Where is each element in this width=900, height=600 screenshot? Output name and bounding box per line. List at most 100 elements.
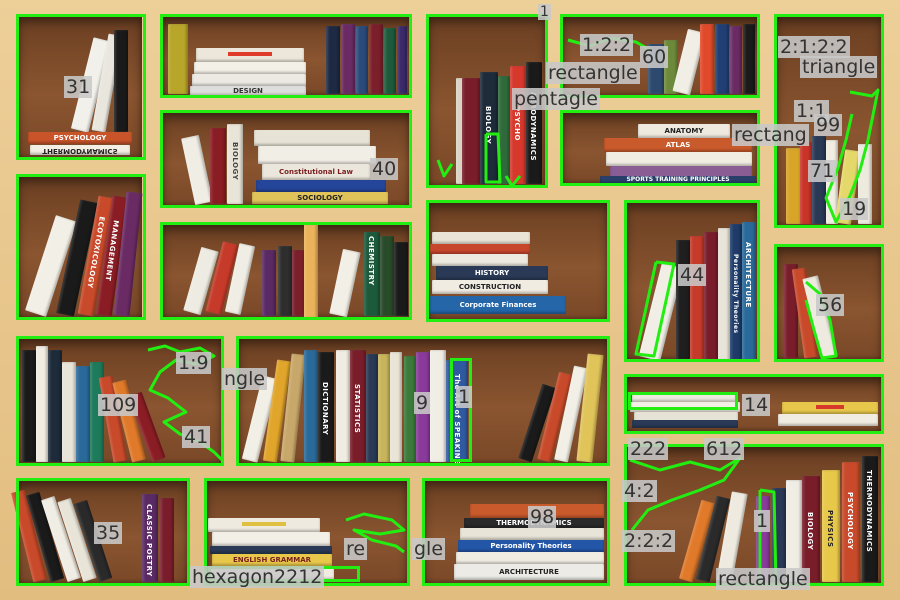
book-title: SPORTS TRAINING PRINCIPLES: [626, 176, 730, 183]
book: [114, 30, 128, 132]
book: [212, 532, 330, 546]
book: [416, 352, 430, 462]
book-title: BIOLOGY: [484, 106, 492, 145]
book-title: ENGLISH GRAMMAR: [232, 556, 312, 564]
book: THERMODYNAMICS: [862, 456, 878, 582]
book: CONSTRUCTION: [432, 280, 548, 294]
book: [498, 76, 510, 184]
book: [704, 232, 718, 360]
book: ENGLISH GRAMMAR: [212, 554, 332, 566]
book: [356, 26, 368, 94]
book: THERMODYNAMICS: [30, 145, 130, 155]
book-title: PSYCHOLOGY: [53, 134, 107, 142]
book: [812, 136, 826, 224]
book: [648, 44, 664, 94]
book-title: AERODYNAMICS: [529, 92, 537, 162]
book: The Art of SPEAKING: [446, 360, 468, 466]
book: [390, 352, 402, 462]
book: [470, 504, 604, 518]
book-title: CLASSIC POETRY: [145, 504, 153, 577]
book: [62, 362, 76, 462]
book: [369, 24, 383, 94]
book: [715, 24, 729, 94]
book-title: Corporate Finances: [459, 301, 537, 309]
book: [632, 392, 736, 402]
book-title: ANATOMY: [664, 127, 704, 135]
book: [208, 566, 334, 580]
book: BIOLOGY: [802, 476, 820, 582]
book-title: ATLAS: [665, 141, 691, 149]
book: [756, 496, 770, 582]
book: [278, 246, 292, 316]
book: [632, 420, 738, 428]
book: [394, 242, 408, 316]
book: PSYCHO: [510, 66, 526, 184]
book: [341, 24, 355, 94]
book: ARCHITECTURE: [742, 222, 756, 360]
book: [743, 24, 755, 94]
book: [606, 152, 752, 166]
book: DESIGN: [190, 86, 306, 96]
book: PSYCHOLOGY: [842, 462, 860, 582]
book-title: The Art of SPEAKING: [453, 374, 461, 466]
book: STATISTICS: [350, 350, 366, 462]
book-title: Personality Theories: [732, 254, 739, 334]
book: [196, 48, 304, 62]
book-title: STATISTICS: [353, 384, 361, 434]
book: [718, 228, 730, 360]
book: ARCHITECTURE: [454, 564, 604, 580]
book: [432, 232, 530, 244]
book: SPORTS TRAINING PRINCIPLES: [600, 176, 756, 184]
book-title: THERMODYNAMICS: [496, 519, 572, 527]
book: [258, 146, 376, 164]
book-title: THERMODYNAMICS: [865, 470, 873, 553]
book: Constitutional Law: [262, 164, 370, 180]
book: PSYCHOLOGY: [28, 132, 132, 144]
book: HISTORY: [436, 266, 548, 280]
book: [22, 350, 36, 462]
book: [194, 62, 306, 74]
book-title: SOCIOLOGY: [297, 194, 343, 202]
book: [430, 244, 530, 254]
book: [378, 354, 390, 462]
book-title: PSYCHO: [513, 106, 521, 141]
book-title: THERMODYNAMICS: [42, 147, 118, 155]
book: [690, 236, 704, 360]
book: [462, 78, 480, 184]
book: [700, 24, 714, 94]
book: [384, 28, 396, 94]
book: ANATOMY: [638, 124, 730, 138]
book: [380, 236, 394, 316]
book: [262, 250, 276, 316]
book-title: PSYCHOLOGY: [846, 492, 854, 550]
book: AERODYNAMICS: [526, 62, 542, 184]
book: BIOLOGY: [227, 124, 243, 204]
book: ATLAS: [604, 138, 752, 152]
book-title: DESIGN: [233, 87, 263, 95]
book: [192, 74, 306, 86]
book: CHEMISTRY: [364, 232, 380, 316]
book-title: ARCHITECTURE: [744, 242, 752, 308]
book: PHYSICS: [822, 470, 840, 582]
book: [782, 402, 878, 414]
book-title: BIOLOGY: [806, 512, 814, 551]
book: [778, 414, 878, 426]
book: [336, 350, 350, 462]
book-title: CONSTRUCTION: [458, 283, 522, 291]
book: [460, 528, 604, 540]
book-title: PHYSICS: [826, 510, 834, 548]
book-title: Personality Theories: [490, 542, 572, 550]
book: [404, 356, 416, 462]
book-title: Constitutional Law: [279, 168, 353, 176]
book: [397, 26, 407, 94]
book-title: HISTORY: [474, 269, 510, 277]
book: [456, 552, 604, 564]
book: SOCIOLOGY: [252, 192, 388, 204]
book: BIOLOGY: [480, 72, 498, 184]
book: Personality Theories: [458, 540, 604, 552]
book: [36, 346, 48, 462]
book: DICTIONARY: [318, 352, 334, 462]
book-title: DICTIONARY: [321, 382, 329, 436]
book: [304, 224, 318, 318]
book: [730, 26, 742, 94]
